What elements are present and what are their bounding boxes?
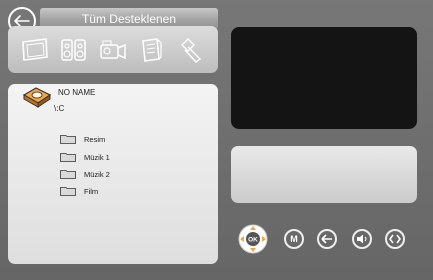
folder-name: Resim bbox=[84, 134, 106, 144]
folder-icon bbox=[60, 170, 76, 179]
folder-icon bbox=[60, 153, 76, 162]
preview-window bbox=[231, 27, 417, 129]
folder-name: Müzik 1 bbox=[84, 152, 110, 162]
usb-stick-icon[interactable] bbox=[176, 35, 206, 65]
current-path: \:C bbox=[54, 104, 65, 113]
folder-item[interactable]: Müzik 1 bbox=[60, 151, 110, 163]
folder-item[interactable]: Film bbox=[60, 185, 98, 197]
menu-button[interactable]: M bbox=[284, 229, 304, 249]
document-icon[interactable] bbox=[137, 35, 167, 65]
return-arrow-icon bbox=[317, 229, 337, 249]
left-right-icon bbox=[385, 229, 405, 249]
usb-drive-icon[interactable] bbox=[22, 86, 52, 108]
dpad-ok-icon: OK bbox=[238, 224, 268, 254]
file-browser-panel: NO NAME \:C Resim Müzik 1 Müzik 2 Film bbox=[8, 84, 218, 264]
navigate-button[interactable] bbox=[385, 229, 405, 249]
video-camera-icon[interactable] bbox=[98, 35, 128, 65]
folder-item[interactable]: Müzik 2 bbox=[60, 168, 110, 180]
speaker-icon bbox=[352, 229, 372, 249]
volume-button[interactable] bbox=[352, 229, 372, 249]
info-panel bbox=[231, 146, 417, 203]
menu-label: M bbox=[284, 229, 304, 249]
folder-icon bbox=[60, 187, 76, 196]
ok-label: OK bbox=[248, 237, 258, 244]
folder-name: Müzik 2 bbox=[84, 169, 110, 179]
folder-icon bbox=[60, 135, 76, 144]
folder-name: Film bbox=[84, 186, 99, 196]
speakers-icon[interactable] bbox=[59, 35, 89, 65]
photo-frame-icon[interactable] bbox=[20, 35, 50, 65]
return-button[interactable] bbox=[317, 229, 337, 249]
drive-name: NO NAME bbox=[58, 88, 96, 97]
folder-item[interactable]: Resim bbox=[60, 133, 105, 145]
category-bar bbox=[8, 26, 218, 73]
ok-navigation-button[interactable]: OK bbox=[237, 223, 269, 255]
